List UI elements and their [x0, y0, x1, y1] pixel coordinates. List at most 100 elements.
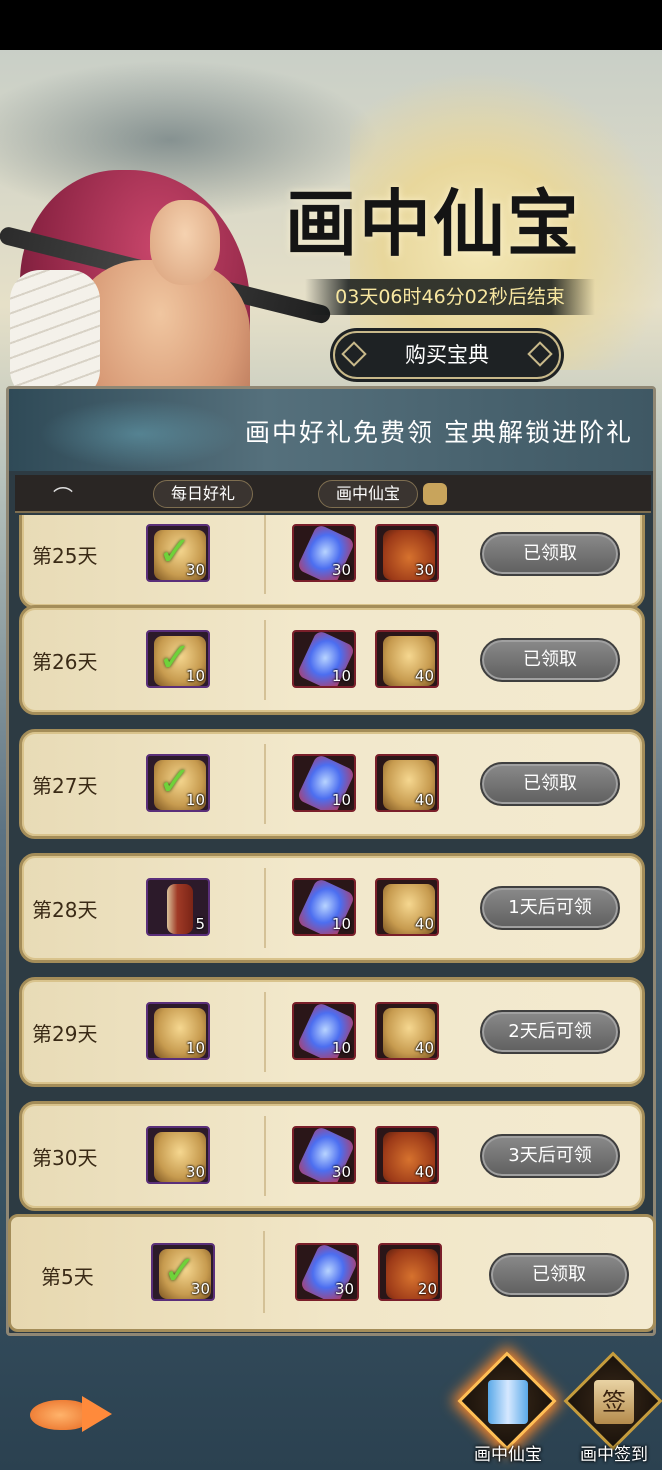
reward-row: 第26天 ✓ 10 10 40 已领取	[19, 605, 645, 715]
reward-row: 第25天 ✓ 30 30 30 已领取	[19, 515, 645, 609]
day-label: 第29天	[32, 1022, 98, 1046]
free-reward-item[interactable]: ✓ 10	[146, 630, 210, 688]
free-reward-item[interactable]: ✓ 30	[151, 1243, 215, 1301]
koi-fish-icon[interactable]	[30, 1392, 116, 1436]
reward-list[interactable]: 第25天 ✓ 30 30 30 已领取 第26天 ✓ 10 10 40 已领取 第27天 ✓ 10 10 40 已…	[9, 515, 653, 1325]
book-icon	[488, 1380, 528, 1424]
day-label: 第27天	[32, 774, 98, 798]
free-reward-item[interactable]: ✓ 30	[146, 524, 210, 582]
paid-reward-item[interactable]: 30	[292, 1126, 356, 1184]
paid-reward-item[interactable]: 30	[292, 524, 356, 582]
paid-reward-item[interactable]: 30	[295, 1243, 359, 1301]
claimed-button[interactable]: 已领取	[489, 1253, 629, 1297]
tab-painting-treasure[interactable]: 画中仙宝	[318, 480, 418, 508]
item-quantity: 30	[331, 1163, 351, 1181]
row-divider	[264, 620, 266, 700]
item-quantity: 30	[185, 561, 205, 579]
paid-reward-item[interactable]: 40	[375, 754, 439, 812]
reward-row: 第27天 ✓ 10 10 40 已领取	[19, 729, 645, 839]
hero-bandage	[10, 270, 100, 400]
paid-reward-item[interactable]: 40	[375, 1126, 439, 1184]
day-label: 第28天	[32, 898, 98, 922]
paid-reward-item[interactable]: 10	[292, 630, 356, 688]
item-quantity: 30	[185, 1163, 205, 1181]
free-reward-item[interactable]: ✓ 10	[146, 754, 210, 812]
claimed-button[interactable]: 已领取	[480, 638, 620, 682]
reward-row: 第29天 10 10 40 2天后可领	[19, 977, 645, 1087]
free-reward-item[interactable]: 30	[146, 1126, 210, 1184]
claimed-button[interactable]: 已领取	[480, 532, 620, 576]
nav-painting-sign-in[interactable]: 签 画中签到	[563, 1351, 662, 1465]
tab-daily-gift[interactable]: 每日好礼	[153, 480, 253, 508]
item-quantity: 40	[414, 1039, 434, 1057]
event-timer: 03天06时46分02秒后结束	[305, 279, 595, 315]
reward-tabs: ⌒ 每日好礼 画中仙宝	[15, 475, 651, 513]
nav-painting-treasure[interactable]: 画中仙宝	[457, 1351, 557, 1465]
diamond-ornament-icon	[341, 341, 367, 367]
hero-face	[150, 200, 220, 285]
claim-countdown-button[interactable]: 1天后可领	[480, 886, 620, 930]
bottom-nav: 画中仙宝 签 画中签到	[0, 1340, 662, 1470]
day-label: 第25天	[32, 544, 98, 568]
current-day-row: 第5天 ✓ 30 30 20 已领取	[8, 1214, 656, 1332]
paid-reward-item[interactable]: 40	[375, 878, 439, 936]
paid-reward-item[interactable]: 10	[292, 1002, 356, 1060]
item-quantity: 10	[185, 791, 205, 809]
claimed-button[interactable]: 已领取	[480, 762, 620, 806]
status-bar	[0, 0, 662, 50]
swallow-icon: ⌒	[53, 485, 73, 509]
panel-header: 画中好礼免费领 宝典解锁进阶礼	[9, 389, 653, 471]
item-quantity: 40	[414, 915, 434, 933]
scroll-icon	[167, 884, 193, 934]
nav-label: 画中签到	[580, 1445, 648, 1465]
paid-reward-item[interactable]: 10	[292, 878, 356, 936]
row-divider	[264, 1116, 266, 1196]
reward-row: 第28天 5 10 40 1天后可领	[19, 853, 645, 963]
row-divider	[264, 744, 266, 824]
paid-reward-item[interactable]: 40	[375, 630, 439, 688]
free-reward-item[interactable]: 5	[146, 878, 210, 936]
diamond-ornament-icon	[527, 341, 553, 367]
item-quantity: 30	[334, 1280, 354, 1298]
paid-reward-item[interactable]: 40	[375, 1002, 439, 1060]
item-quantity: 10	[185, 1039, 205, 1057]
paid-reward-item[interactable]: 10	[292, 754, 356, 812]
buy-pass-label: 购买宝典	[405, 343, 489, 367]
item-quantity: 10	[331, 667, 351, 685]
item-quantity: 10	[331, 1039, 351, 1057]
item-quantity: 40	[414, 1163, 434, 1181]
lock-icon	[423, 483, 447, 505]
item-quantity: 30	[190, 1280, 210, 1298]
sign-scroll-icon: 签	[594, 1380, 634, 1424]
item-quantity: 10	[331, 791, 351, 809]
paid-reward-item[interactable]: 20	[378, 1243, 442, 1301]
event-title: 画中仙宝	[285, 181, 582, 266]
day-label: 第26天	[32, 650, 98, 674]
item-quantity: 20	[417, 1280, 437, 1298]
free-reward-item[interactable]: 10	[146, 1002, 210, 1060]
item-quantity: 40	[414, 667, 434, 685]
item-quantity: 5	[195, 915, 205, 933]
paid-reward-item[interactable]: 30	[375, 524, 439, 582]
row-divider	[264, 992, 266, 1072]
item-quantity: 30	[414, 561, 434, 579]
panel-slogan: 画中好礼免费领 宝典解锁进阶礼	[245, 418, 633, 447]
claim-countdown-button[interactable]: 2天后可领	[480, 1010, 620, 1054]
reward-row: 第30天 30 30 40 3天后可领	[19, 1101, 645, 1211]
row-divider	[264, 868, 266, 948]
item-quantity: 30	[331, 561, 351, 579]
fish-body	[30, 1400, 90, 1430]
row-divider	[263, 1231, 265, 1313]
item-quantity: 10	[185, 667, 205, 685]
item-quantity: 40	[414, 791, 434, 809]
fish-tail	[82, 1396, 112, 1432]
row-divider	[264, 515, 266, 594]
claim-countdown-button[interactable]: 3天后可领	[480, 1134, 620, 1178]
item-quantity: 10	[331, 915, 351, 933]
buy-pass-button[interactable]: 购买宝典	[333, 331, 561, 379]
day-label: 第30天	[32, 1146, 98, 1170]
nav-label: 画中仙宝	[474, 1445, 542, 1465]
swirl-decoration	[39, 399, 239, 469]
reward-panel: 画中好礼免费领 宝典解锁进阶礼 ⌒ 每日好礼 画中仙宝 第25天 ✓ 30 30 30 已…	[6, 386, 656, 1336]
day-label: 第5天	[41, 1265, 94, 1289]
